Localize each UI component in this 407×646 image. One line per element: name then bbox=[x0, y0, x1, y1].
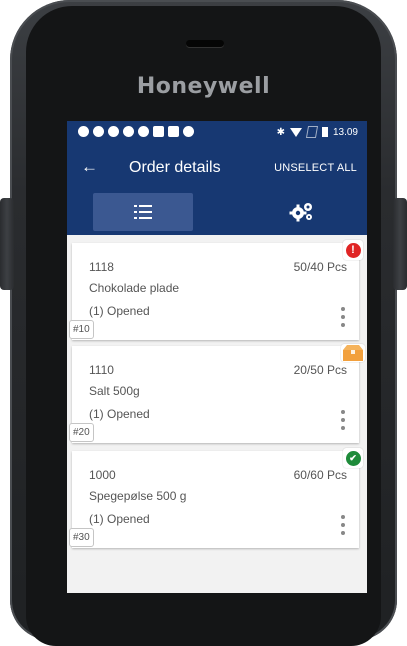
error-dot: ! bbox=[345, 242, 361, 258]
status-bar: ✱ 13.09 bbox=[67, 121, 367, 145]
brand-logo: Honeywell bbox=[136, 74, 271, 99]
more-options-icon[interactable] bbox=[341, 410, 345, 430]
wifi-icon bbox=[289, 127, 302, 137]
check-circle-icon bbox=[93, 126, 104, 137]
item-status: (1) Opened bbox=[89, 512, 150, 526]
tab-settings[interactable] bbox=[267, 193, 337, 231]
gears-icon bbox=[289, 203, 312, 222]
position-badge: #10 bbox=[69, 320, 94, 339]
notification-icon bbox=[78, 126, 89, 137]
package-icon bbox=[343, 345, 363, 361]
list-icon bbox=[134, 205, 152, 219]
side-button-left bbox=[0, 198, 14, 290]
clock: 13.09 bbox=[332, 126, 358, 138]
check-icon: ✔ bbox=[343, 448, 363, 468]
more-options-icon[interactable] bbox=[341, 515, 345, 535]
box-icon bbox=[341, 344, 365, 362]
item-id: 1118 bbox=[89, 260, 114, 274]
tab-bar bbox=[67, 193, 367, 235]
item-quantity: 20/50 Pcs bbox=[293, 363, 347, 377]
unselect-all-button[interactable]: UNSELECT ALL bbox=[274, 162, 357, 174]
calendar-icon bbox=[168, 126, 179, 137]
more-options-icon[interactable] bbox=[341, 307, 345, 327]
battery-icon bbox=[321, 127, 328, 137]
page-title: Order details bbox=[129, 159, 221, 176]
app-bar: ← Order details UNSELECT ALL bbox=[67, 145, 367, 193]
error-icon: ! bbox=[343, 240, 363, 260]
position-badge: #30 bbox=[69, 528, 94, 547]
item-quantity: 60/60 Pcs bbox=[293, 468, 347, 482]
speaker-grille bbox=[186, 40, 224, 47]
sync-icon bbox=[123, 126, 134, 137]
tab-list[interactable] bbox=[93, 193, 193, 231]
android-icon bbox=[183, 126, 194, 137]
bluetooth-icon: ✱ bbox=[276, 126, 285, 138]
system-icons: ✱ 13.09 bbox=[277, 126, 358, 138]
list-item[interactable]: 1000 60/60 Pcs Spegepølse 500 g (1) Open… bbox=[69, 448, 363, 548]
item-name: Salt 500g bbox=[89, 384, 140, 398]
check-circle-icon bbox=[138, 126, 149, 137]
item-name: Chokolade plade bbox=[89, 281, 180, 295]
side-button-right bbox=[393, 198, 407, 290]
item-status: (1) Opened bbox=[89, 304, 150, 318]
square-icon bbox=[153, 126, 164, 137]
item-id: 1110 bbox=[89, 363, 114, 377]
check-dot: ✔ bbox=[345, 450, 361, 466]
item-name: Spegepølse 500 g bbox=[89, 489, 187, 503]
back-arrow-icon[interactable]: ← bbox=[81, 157, 98, 177]
notification-icons bbox=[78, 126, 194, 137]
list-item[interactable]: 1118 50/40 Pcs Chokolade plade (1) Opene… bbox=[69, 240, 363, 340]
item-status: (1) Opened bbox=[89, 407, 150, 421]
signal-icon bbox=[305, 126, 319, 138]
item-quantity: 50/40 Pcs bbox=[293, 260, 347, 274]
item-id: 1000 bbox=[89, 468, 116, 482]
position-badge: #20 bbox=[69, 423, 94, 442]
screen: ✱ 13.09 ← Order details UNSELECT ALL 111… bbox=[67, 121, 367, 593]
check-circle-icon bbox=[108, 126, 119, 137]
list-item[interactable]: 1110 20/50 Pcs Salt 500g (1) Opened #20 bbox=[69, 344, 365, 443]
